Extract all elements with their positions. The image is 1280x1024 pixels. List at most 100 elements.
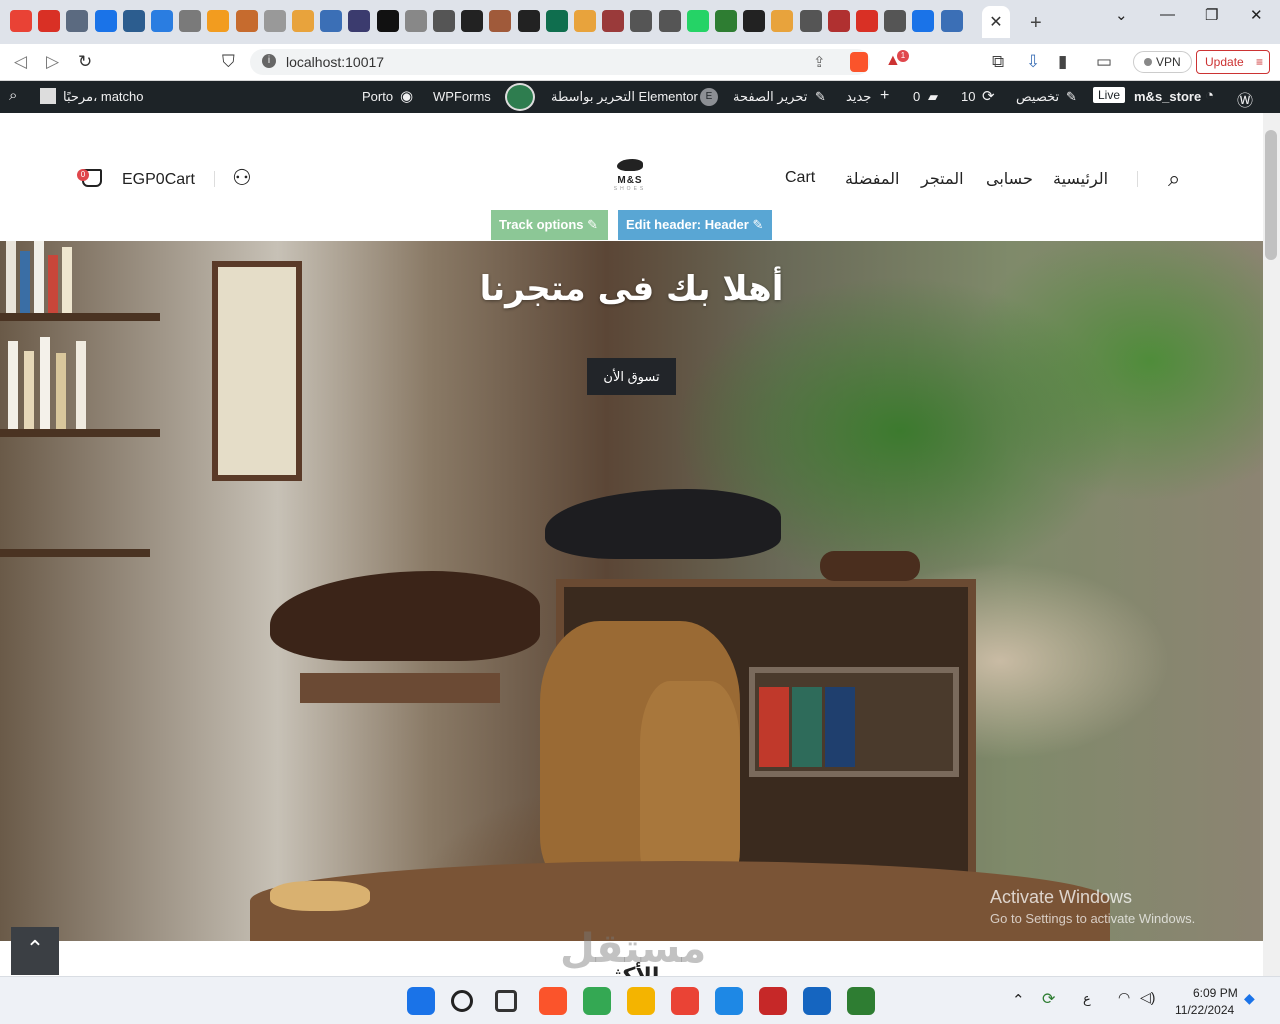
notion-icon[interactable] (376, 10, 399, 32)
wpforms-link[interactable]: WPForms (433, 89, 491, 104)
user-greeting[interactable]: مرحبًا، matcho (63, 89, 144, 105)
download-icon[interactable]: ⇩ (1026, 52, 1040, 72)
plus-icon[interactable]: + (880, 87, 889, 105)
scroll-to-top-button[interactable]: ⌃ (11, 927, 59, 975)
menu-item-shop[interactable]: المتجر (921, 169, 964, 189)
logo-icon[interactable] (602, 10, 625, 32)
site-logo[interactable]: M&S SHOES (598, 159, 662, 207)
user-avatar[interactable] (40, 88, 56, 104)
chat-icon[interactable] (66, 10, 89, 32)
updates-icon[interactable]: ⟳ (982, 87, 995, 105)
reload-icon[interactable]: ↻ (78, 52, 92, 72)
page-icon[interactable] (940, 10, 963, 32)
menu-item-cart[interactable]: Cart (785, 169, 815, 187)
cart-icon[interactable] (404, 10, 427, 32)
new-content-link[interactable]: جديد (846, 89, 871, 105)
input-language[interactable]: ع (1083, 991, 1091, 1007)
git-icon[interactable] (847, 987, 875, 1015)
clock-date[interactable]: 11/22/2024 (1175, 1003, 1234, 1017)
search-icon[interactable] (451, 990, 473, 1012)
image-icon[interactable] (348, 10, 371, 32)
photo-icon[interactable] (489, 10, 512, 32)
clock-time[interactable]: 6:09 PM (1193, 986, 1238, 1000)
dashboard-icon[interactable]: ◔ (1205, 87, 1214, 104)
vpn-button[interactable]: VPN (1133, 51, 1192, 73)
dash-icon[interactable] (658, 10, 681, 32)
cursor-app-icon[interactable] (803, 987, 831, 1015)
wordpress-logo-icon[interactable]: Ⓦ (1237, 87, 1253, 111)
windows-start-icon[interactable] (407, 987, 435, 1015)
scrollbar-thumb[interactable] (1265, 130, 1277, 260)
edit-header-button[interactable]: Edit header: Header ✎ (618, 210, 772, 240)
globe-icon[interactable] (433, 10, 455, 32)
drop-icon[interactable] (94, 10, 117, 32)
tab-search-chevron-icon[interactable]: ⌄ (1115, 6, 1128, 24)
minimize-button[interactable]: — (1160, 6, 1175, 23)
active-tab-close-button[interactable]: ✕ (982, 6, 1010, 38)
address-bar[interactable]: i localhost:10017 ⇪ (250, 49, 870, 75)
sync-icon[interactable]: ⟳ (1042, 989, 1055, 1009)
app-icon[interactable] (759, 987, 787, 1015)
brave-shield-icon[interactable] (850, 52, 868, 72)
amazon-icon[interactable] (743, 10, 766, 32)
search-icon[interactable]: ⌕ (9, 87, 17, 104)
shop-now-button[interactable]: تسوق الأن (587, 358, 676, 395)
url-text[interactable]: localhost:10017 (286, 54, 384, 70)
maximize-button[interactable]: ❐ (1205, 6, 1218, 24)
leaf-icon[interactable] (715, 10, 737, 32)
doc-icon[interactable] (320, 10, 343, 32)
grid-icon[interactable] (10, 10, 32, 32)
back-icon[interactable]: ◁ (14, 52, 27, 72)
brave-icon[interactable] (539, 987, 567, 1015)
wave-icon[interactable] (461, 10, 484, 32)
show-hidden-icons-chevron-icon[interactable]: ⌃ (1012, 991, 1025, 1009)
new-tab-button[interactable]: + (1030, 12, 1042, 35)
task-view-icon[interactable] (495, 990, 517, 1012)
track-options-button[interactable]: Track options ✎ (491, 210, 608, 240)
close-window-button[interactable]: ✕ (1250, 6, 1263, 24)
menu-item-home[interactable]: الرئيسية (1053, 169, 1108, 189)
vscode-icon[interactable] (715, 987, 743, 1015)
diamond-icon[interactable] (151, 10, 173, 32)
chrome-icon[interactable] (583, 987, 611, 1015)
sidebar-icon[interactable]: ▮ (1058, 52, 1067, 72)
whatsapp-icon[interactable] (686, 10, 709, 32)
comments-count[interactable]: 0 (913, 89, 920, 104)
phone-icon[interactable] (545, 10, 568, 32)
flag-icon[interactable] (292, 10, 314, 32)
update-button[interactable]: Update ≡ (1196, 50, 1270, 74)
bookmark-icon[interactable]: ⛉ (222, 52, 235, 72)
menu-item-account[interactable]: حسابى (986, 169, 1033, 189)
infinity-icon[interactable] (207, 10, 230, 32)
extensions-icon[interactable]: ⧉ (992, 52, 1004, 72)
chrome-icon[interactable] (671, 987, 699, 1015)
wp-site-name[interactable]: m&s_store (1134, 89, 1201, 104)
forward-icon[interactable]: ▷ (46, 52, 59, 72)
file-explorer-icon[interactable] (627, 987, 655, 1015)
account-user-icon[interactable]: ⚇ (232, 165, 252, 191)
mail-icon[interactable] (38, 10, 61, 32)
cloud-icon[interactable] (122, 10, 145, 32)
edit-page-link[interactable]: تحرير الصفحة (733, 89, 807, 105)
avatar-badge[interactable] (505, 83, 535, 111)
edit-elementor-link[interactable]: التحرير بواسطة Elementor (551, 89, 698, 105)
hat-icon[interactable] (235, 10, 258, 32)
wifi-icon[interactable]: ◠ (1118, 989, 1130, 1006)
comments-icon[interactable]: ▰ (928, 89, 938, 105)
text-icon[interactable] (179, 10, 202, 32)
badge-icon[interactable] (827, 10, 850, 32)
cart-total-label[interactable]: EGP0Cart (122, 171, 195, 189)
drive-icon[interactable] (912, 10, 935, 32)
wallet-icon[interactable]: ▭ (1096, 52, 1112, 72)
site-info-icon[interactable]: i (262, 54, 276, 68)
porto-link[interactable]: Porto (362, 89, 393, 104)
gmail-icon[interactable] (856, 10, 878, 32)
rocket-icon[interactable] (799, 10, 822, 32)
search-icon[interactable]: ⌕ (1168, 166, 1180, 192)
customize-link[interactable]: تخصيص (1016, 89, 1059, 105)
logo-icon[interactable] (771, 10, 794, 32)
page-icon[interactable] (263, 10, 286, 32)
notification-bell-icon[interactable]: ◆ (1244, 990, 1255, 1007)
updates-count[interactable]: 10 (961, 89, 975, 104)
glasses-icon[interactable] (630, 10, 653, 32)
